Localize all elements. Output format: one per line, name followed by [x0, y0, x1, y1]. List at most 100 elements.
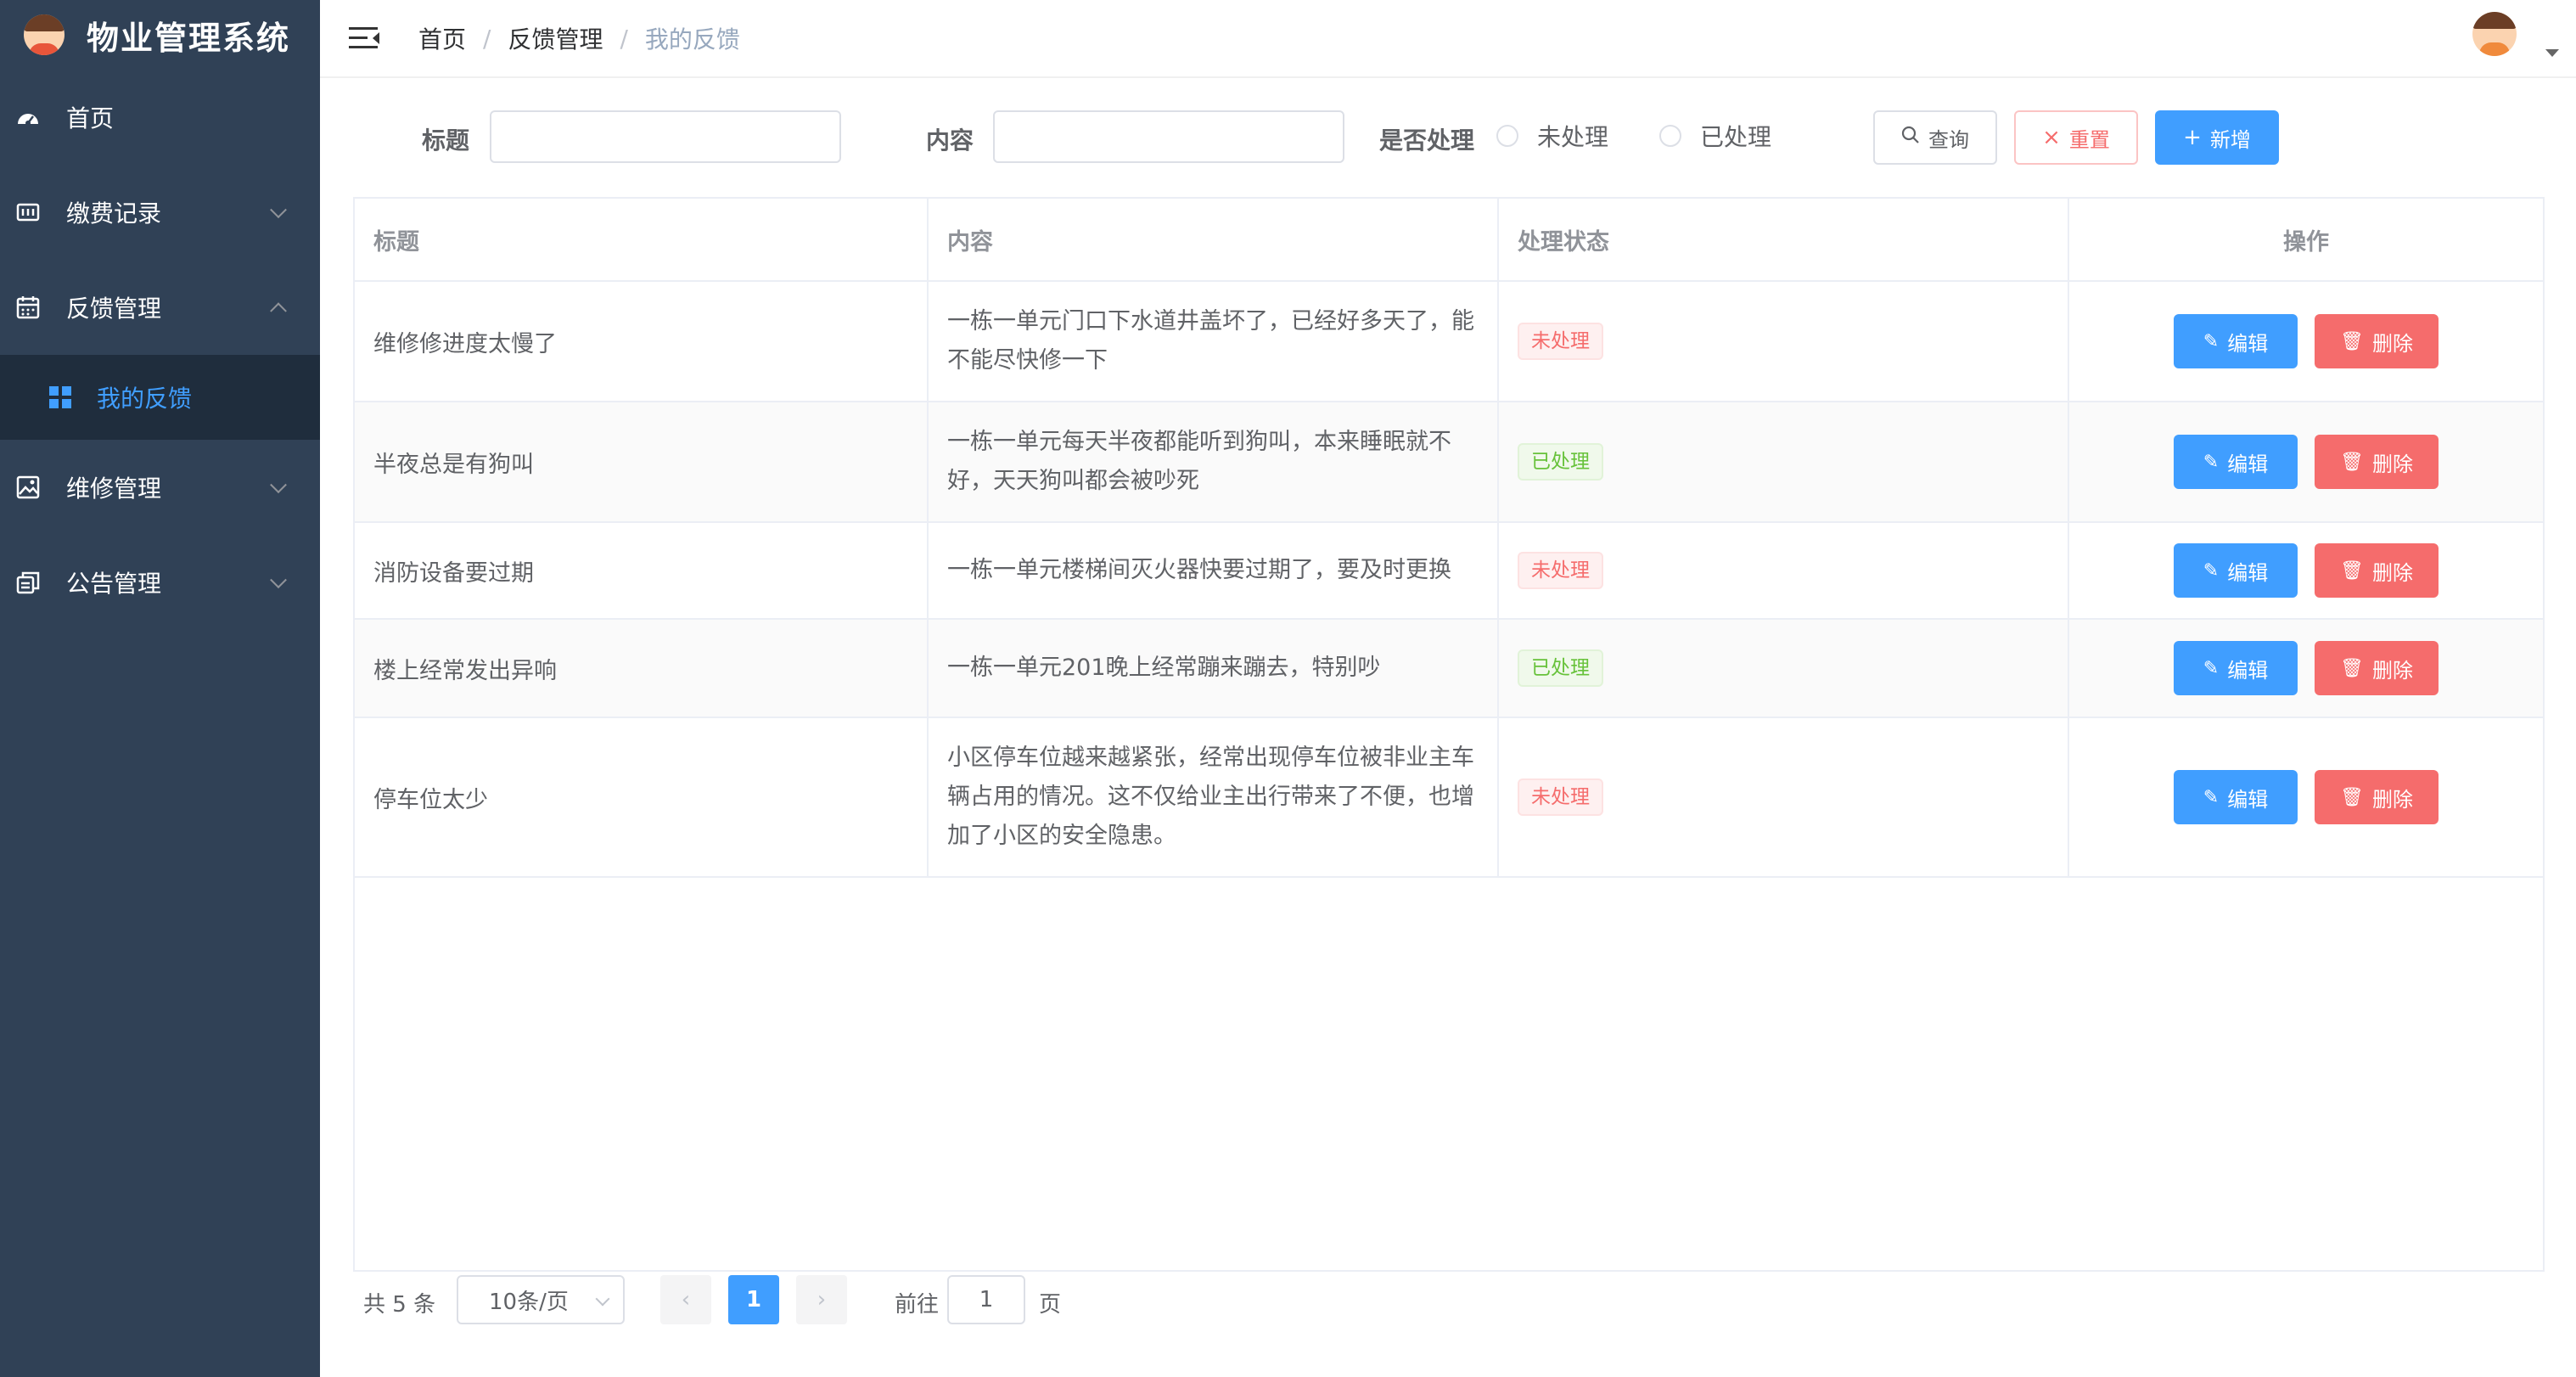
title-filter-input[interactable] — [490, 110, 841, 163]
status-radio-processed[interactable]: 已处理 — [1659, 119, 1771, 153]
row-content: 一栋一单元每天半夜都能听到狗叫，本来睡眠就不好，天天狗叫都会被吵死 — [929, 402, 1499, 521]
delete-button[interactable]: 🗑 删除 — [2315, 435, 2439, 489]
status-filter-label: 是否处理 — [1379, 126, 1475, 155]
row-status: 已处理 — [1499, 402, 2069, 521]
sidebar-item-notices[interactable]: 公告管理 — [0, 535, 320, 630]
add-button[interactable]: + 新增 — [2155, 110, 2279, 165]
edit-button[interactable]: ✎ 编辑 — [2174, 770, 2298, 824]
plus-icon: + — [2183, 125, 2202, 150]
pagination: 共 5 条 10条/页 ‹ 1 › 前往 1 页 — [353, 1275, 2560, 1326]
goto-suffix: 页 — [1039, 1292, 1062, 1318]
sidebar-item-label: 维修管理 — [66, 475, 162, 503]
grid-icon — [49, 386, 71, 408]
row-title: 楼上经常发出异响 — [355, 620, 929, 717]
row-title: 半夜总是有狗叫 — [355, 402, 929, 521]
edit-icon: ✎ — [2203, 330, 2220, 352]
radio-circle-icon — [1496, 125, 1518, 147]
row-content: 一栋一单元201晚上经常蹦来蹦去，特别吵 — [929, 620, 1499, 717]
sidebar: 物业管理系统 首页 缴费记录 反馈管理 我的反馈 维修管理 公告管理 — [0, 0, 320, 1377]
edit-button[interactable]: ✎ 编辑 — [2174, 435, 2298, 489]
row-content: 小区停车位越来越紧张，经常出现停车位被非业主车辆占用的情况。这不仅给业主出行带来… — [929, 718, 1499, 876]
delete-button[interactable]: 🗑 删除 — [2315, 314, 2439, 368]
edit-button[interactable]: ✎ 编辑 — [2174, 641, 2298, 695]
row-status: 未处理 — [1499, 523, 2069, 618]
edit-button[interactable]: ✎ 编辑 — [2174, 543, 2298, 598]
table-row: 停车位太少 小区停车位越来越紧张，经常出现停车位被非业主车辆占用的情况。这不仅给… — [355, 718, 2543, 878]
column-header-status: 处理状态 — [1499, 199, 2069, 280]
edit-icon: ✎ — [2203, 657, 2220, 679]
table-row: 楼上经常发出异响 一栋一单元201晚上经常蹦来蹦去，特别吵 已处理 ✎ 编辑 🗑 删… — [355, 620, 2543, 718]
reset-button[interactable]: × 重置 — [2014, 110, 2138, 165]
status-badge: 已处理 — [1518, 443, 1603, 481]
sidebar-item-repairs[interactable]: 维修管理 — [0, 440, 320, 535]
logo-avatar-icon — [24, 14, 65, 55]
table-header: 标题 内容 处理状态 操作 — [355, 199, 2543, 282]
row-title: 停车位太少 — [355, 718, 929, 876]
row-actions: ✎ 编辑 🗑 删除 — [2069, 718, 2543, 876]
filter-bar: 标题 内容 是否处理 未处理 已处理 查询 × 重置 + 新增 — [320, 102, 2576, 170]
trash-icon: 🗑 — [2340, 559, 2364, 582]
search-icon — [1901, 125, 1920, 150]
edit-icon: ✎ — [2203, 559, 2220, 582]
chevron-down-icon — [270, 476, 287, 494]
sidebar-item-label: 公告管理 — [66, 570, 162, 598]
edit-icon: ✎ — [2203, 786, 2220, 808]
sidebar-item-my-feedback[interactable]: 我的反馈 — [0, 355, 320, 440]
radio-circle-icon — [1659, 125, 1681, 147]
query-button[interactable]: 查询 — [1873, 110, 1997, 165]
chevron-up-icon — [270, 302, 287, 320]
column-header-title: 标题 — [355, 199, 929, 280]
column-header-actions: 操作 — [2283, 228, 2329, 256]
table-row: 半夜总是有狗叫 一栋一单元每天半夜都能听到狗叫，本来睡眠就不好，天天狗叫都会被吵… — [355, 402, 2543, 523]
next-page-button[interactable]: › — [796, 1275, 847, 1324]
radio-label: 未处理 — [1537, 123, 1609, 151]
breadcrumb-feedback[interactable]: 反馈管理 — [508, 21, 603, 55]
breadcrumb-home[interactable]: 首页 — [418, 21, 466, 55]
trash-icon: 🗑 — [2340, 330, 2364, 352]
row-title: 维修修进度太慢了 — [355, 282, 929, 401]
row-actions: ✎ 编辑 🗑 删除 — [2069, 620, 2543, 717]
status-badge: 未处理 — [1518, 323, 1603, 360]
delete-button[interactable]: 🗑 删除 — [2315, 543, 2439, 598]
breadcrumb-separator: / — [483, 24, 491, 53]
status-badge: 未处理 — [1518, 778, 1603, 816]
row-actions: ✎ 编辑 🗑 删除 — [2069, 523, 2543, 618]
chevron-down-icon — [270, 571, 287, 589]
picture-icon — [15, 475, 41, 500]
title-filter-label: 标题 — [422, 126, 470, 155]
table-row: 消防设备要过期 一栋一单元楼梯间灭火器快要过期了，要及时更换 未处理 ✎ 编辑 🗑… — [355, 523, 2543, 620]
feedback-table: 标题 内容 处理状态 操作 维修修进度太慢了 一栋一单元门口下水道井盖坏了，已经… — [353, 197, 2545, 1272]
page-number-button[interactable]: 1 — [728, 1275, 779, 1324]
status-radio-unprocessed[interactable]: 未处理 — [1496, 119, 1608, 153]
trash-icon: 🗑 — [2340, 786, 2364, 808]
sidebar-item-payments[interactable]: 缴费记录 — [0, 165, 320, 260]
app-logo: 物业管理系统 — [0, 0, 320, 70]
delete-button[interactable]: 🗑 删除 — [2315, 770, 2439, 824]
menu-toggle-icon[interactable] — [349, 27, 379, 49]
radio-label: 已处理 — [1700, 123, 1772, 151]
edit-icon: ✎ — [2203, 451, 2220, 473]
row-content: 一栋一单元门口下水道井盖坏了，已经好多天了，能不能尽快修一下 — [929, 282, 1499, 401]
sidebar-item-label: 我的反馈 — [97, 385, 193, 413]
close-icon: × — [2042, 125, 2061, 150]
chevron-down-icon — [270, 201, 287, 219]
sidebar-item-feedback[interactable]: 反馈管理 — [0, 260, 320, 355]
page-size-select[interactable]: 10条/页 — [457, 1275, 625, 1324]
sidebar-item-label: 首页 — [66, 104, 115, 132]
goto-page-input[interactable]: 1 — [947, 1275, 1025, 1324]
row-actions: ✎ 编辑 🗑 删除 — [2069, 402, 2543, 521]
sidebar-item-home[interactable]: 首页 — [0, 70, 320, 165]
edit-button[interactable]: ✎ 编辑 — [2174, 314, 2298, 368]
row-title: 消防设备要过期 — [355, 523, 929, 618]
user-avatar[interactable] — [2472, 12, 2517, 56]
prev-page-button[interactable]: ‹ — [660, 1275, 711, 1324]
content-filter-input[interactable] — [993, 110, 1344, 163]
delete-button[interactable]: 🗑 删除 — [2315, 641, 2439, 695]
sidebar-item-label: 反馈管理 — [66, 295, 162, 323]
caret-down-icon[interactable] — [2545, 49, 2559, 57]
breadcrumb-current: 我的反馈 — [644, 25, 740, 53]
column-header-content: 内容 — [929, 199, 1499, 280]
chevron-left-icon: ‹ — [681, 1287, 691, 1312]
breadcrumb-separator: / — [620, 24, 628, 53]
status-badge: 已处理 — [1518, 649, 1603, 687]
